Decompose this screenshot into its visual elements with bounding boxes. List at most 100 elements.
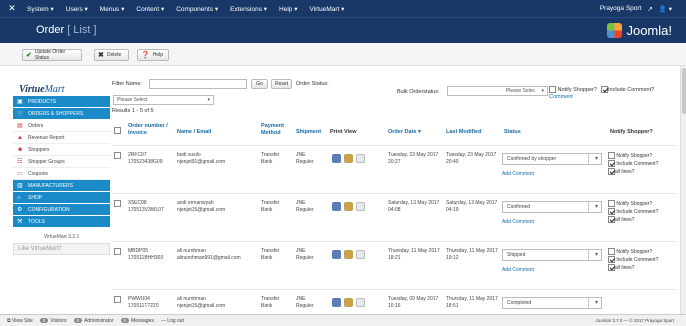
status-select[interactable]: Confirmed by shopper <box>502 153 602 165</box>
row-checkbox[interactable] <box>114 200 121 207</box>
sidebar-item-revenue-report[interactable]: ▲ Revenue Report <box>13 132 110 144</box>
logout-link[interactable]: — Log out <box>161 318 184 324</box>
sidebar-item-manufacturers[interactable]: ▥ MANUFACTURERS <box>13 180 110 192</box>
row-checkbox-wrap[interactable] <box>114 200 121 208</box>
top-menu-item[interactable]: Extensions ▾ <box>230 5 267 13</box>
administrator-link[interactable]: 0 Administrator <box>73 318 114 324</box>
row-all-lines-checkbox[interactable] <box>608 168 615 176</box>
add-comment-link[interactable]: Add Comment <box>502 171 534 177</box>
row-checkbox[interactable] <box>114 152 121 159</box>
order-number-link[interactable]: MBDP05 <box>128 248 163 255</box>
like-virtuemart-box[interactable]: Like VirtueMart? <box>13 243 110 255</box>
print-icon[interactable] <box>332 154 341 163</box>
sidebar-item-shoppers[interactable]: ☻ Shoppers <box>13 144 110 156</box>
col-order-date[interactable]: Order Date ▾ <box>388 129 421 136</box>
row-checkbox-wrap[interactable] <box>114 152 121 160</box>
include-checkbox[interactable] <box>601 86 608 93</box>
go-button[interactable]: Go <box>251 79 268 89</box>
document-icon[interactable] <box>356 202 365 211</box>
row-notify-checkbox[interactable] <box>608 248 615 255</box>
scrollbar[interactable] <box>680 66 686 316</box>
bulk-status-select[interactable]: Please Selec ▾ <box>447 86 548 96</box>
top-menu-item[interactable]: Users ▾ <box>66 5 88 13</box>
row-notify-checkbox[interactable] <box>608 200 615 207</box>
row-checkbox-wrap[interactable] <box>114 296 121 304</box>
order-number-link[interactable]: 2RFC07 <box>128 152 162 159</box>
customer-name-link[interactable]: budi susilo <box>177 152 225 159</box>
view-site-link[interactable]: ⧉ View Site <box>7 318 33 324</box>
row-notify-checkbox[interactable] <box>608 152 615 159</box>
filter-name-input[interactable] <box>149 79 247 89</box>
sidebar-item-orders-shoppers[interactable]: 🛒 ORDERS & SHOPPERS <box>13 108 110 120</box>
status-select[interactable]: Completed <box>502 297 602 309</box>
sidebar-item-tools[interactable]: ⚒ TOOLS <box>13 216 110 228</box>
top-menu-item[interactable]: Help ▾ <box>279 5 297 13</box>
order-number-link[interactable]: PWWU04 <box>128 296 159 303</box>
document-icon[interactable] <box>356 250 365 259</box>
order-number-link[interactable]: X5EC08 <box>128 200 164 207</box>
row-all-lines-checkbox[interactable] <box>608 264 615 272</box>
status-select[interactable]: Shipped <box>502 249 602 261</box>
document-icon[interactable] <box>356 298 365 307</box>
top-menu-item[interactable]: System ▾ <box>27 5 54 13</box>
joomla-icon[interactable]: ✕ <box>5 3 19 14</box>
invoice-icon[interactable] <box>344 202 353 211</box>
visitors-link[interactable]: 0 Visitors <box>39 318 67 324</box>
update-status-button[interactable]: ✔ Update Order Status <box>22 49 82 61</box>
order-cell: PWWU04 170511T7220 <box>128 296 159 311</box>
site-link[interactable]: Prayoga Sport <box>600 5 642 12</box>
row-include-checkbox[interactable] <box>608 256 615 264</box>
sidebar-item-shop[interactable]: ⌂ SHOP <box>13 192 110 204</box>
row-include-checkbox[interactable] <box>608 160 615 168</box>
col-payment[interactable]: Payment Method <box>261 123 291 137</box>
print-icon[interactable] <box>332 202 341 211</box>
cart-icon: 🛒 <box>17 111 25 117</box>
col-shipment[interactable]: Shipment <box>296 129 321 136</box>
top-menu-item[interactable]: Menus ▾ <box>100 5 125 13</box>
customer-name-link[interactable]: andi ermanwyah <box>177 200 225 207</box>
user-icon[interactable]: 👤 ▾ <box>659 5 672 13</box>
row-checkbox[interactable] <box>114 248 121 255</box>
invoice-icon[interactable] <box>344 250 353 259</box>
add-comment-link[interactable]: Add Comment <box>502 219 534 225</box>
customer-name-link[interactable]: ali nurohman <box>177 248 241 255</box>
comment-link[interactable]: Comment <box>549 94 573 100</box>
order-status-select[interactable]: Please Select ▾ <box>113 95 214 105</box>
top-menu-item[interactable]: VirtueMart ▾ <box>309 5 344 13</box>
add-comment-link[interactable]: Add Comment <box>502 267 534 273</box>
messages-link[interactable]: 0 Messages <box>120 318 154 324</box>
row-all-lines-checkbox[interactable] <box>608 216 615 224</box>
reset-button[interactable]: Reset <box>271 79 292 89</box>
col-last-modified[interactable]: Last Modified <box>446 129 481 136</box>
sidebar-item-products[interactable]: ▣ PRODUCTS <box>13 96 110 108</box>
row-checkbox-wrap[interactable] <box>114 248 121 256</box>
notify-checkbox[interactable] <box>549 86 556 93</box>
top-menu-item[interactable]: Components ▾ <box>176 5 218 13</box>
invoice-icon[interactable] <box>344 298 353 307</box>
col-order-number[interactable]: Order number / Invoice <box>128 123 170 137</box>
sidebar-item-coupons[interactable]: ▭ Coupons <box>13 168 110 180</box>
print-icon[interactable] <box>332 298 341 307</box>
sidebar-item-shopper-groups[interactable]: ☷ Shopper Groups <box>13 156 110 168</box>
bulk-notify[interactable]: Notify Shopper? <box>549 86 597 93</box>
row-include-checkbox[interactable] <box>608 208 615 216</box>
col-status[interactable]: Status <box>504 129 521 136</box>
bulk-include[interactable]: Include Comment? <box>601 86 654 93</box>
top-menu-item[interactable]: Content ▾ <box>136 5 164 13</box>
select-all-checkbox-wrap[interactable] <box>114 127 121 135</box>
invoice-icon[interactable] <box>344 154 353 163</box>
sidebar-item-configuration[interactable]: ⚙ CONFIGURATION <box>13 204 110 216</box>
external-link-icon[interactable]: ↗ <box>647 5 652 13</box>
row-checkbox[interactable] <box>114 296 121 303</box>
delete-button[interactable]: ✖ Delete <box>94 49 129 61</box>
select-all-checkbox[interactable] <box>114 127 121 134</box>
document-icon[interactable] <box>356 154 365 163</box>
delete-label: Delete <box>106 52 122 58</box>
scrollbar-thumb[interactable] <box>682 68 686 114</box>
help-button[interactable]: ❓ Help <box>137 49 169 61</box>
sidebar-item-orders[interactable]: ▤ Orders <box>13 120 110 132</box>
status-select[interactable]: Confirmed <box>502 201 602 213</box>
print-icon[interactable] <box>332 250 341 259</box>
col-name-email[interactable]: Name / Email <box>177 129 211 136</box>
customer-name-link[interactable]: ali nurohman <box>177 296 225 303</box>
